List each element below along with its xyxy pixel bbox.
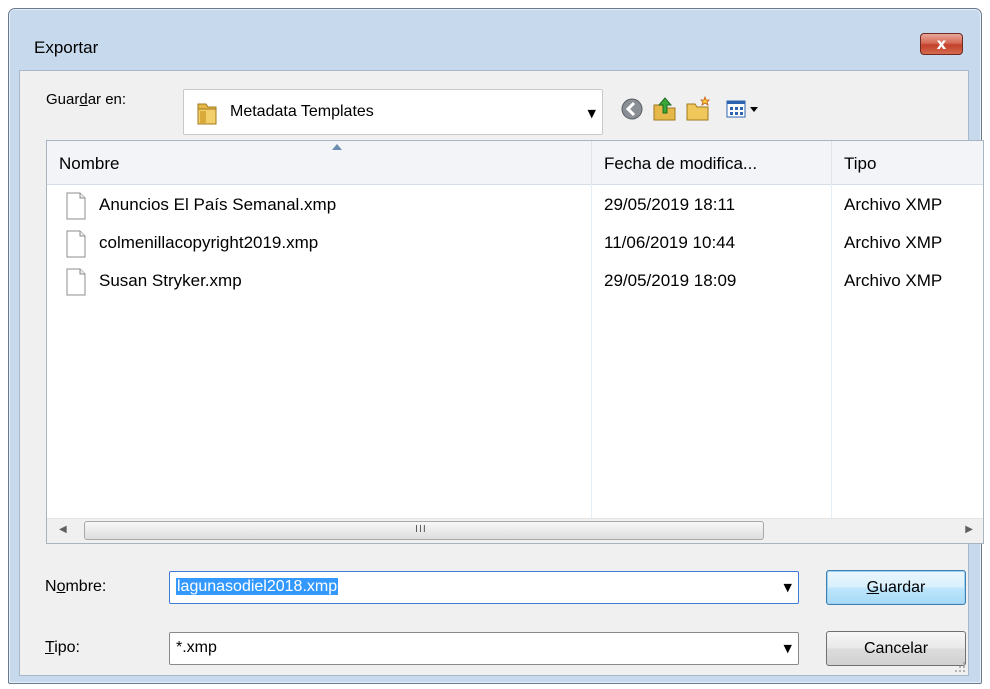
column-name[interactable]: Nombre <box>47 141 592 184</box>
file-date: 29/05/2019 18:09 <box>604 271 737 290</box>
column-date[interactable]: Fecha de modifica... <box>592 141 832 184</box>
file-date: 29/05/2019 18:11 <box>604 195 736 214</box>
up-folder-icon[interactable] <box>651 95 679 123</box>
close-button[interactable]: x <box>920 33 963 55</box>
file-type: Archivo XMP <box>844 271 943 290</box>
filetype-label: Tipo: <box>45 639 80 656</box>
close-icon: x <box>936 35 947 53</box>
filetype-value: *.xmp <box>176 639 217 656</box>
file-list[interactable]: Nombre Fecha de modifica... Tipo Anuncio… <box>46 140 984 544</box>
filename-combobox[interactable]: lagunasodiel2018.xmp ▼ <box>169 571 799 604</box>
filename-label: Nombre: <box>45 578 107 595</box>
folder-icon <box>197 103 217 125</box>
scroll-left-icon[interactable]: ◀ <box>59 524 67 535</box>
cancel-button[interactable]: Cancelar <box>826 631 966 666</box>
file-name: Susan Stryker.xmp <box>99 271 242 290</box>
horizontal-scrollbar[interactable]: ◀ III ▶ <box>47 518 983 543</box>
chevron-down-icon[interactable]: ▼ <box>784 581 792 594</box>
save-in-dropdown[interactable]: Metadata Templates ▼ <box>183 89 603 135</box>
file-name: Anuncios El País Semanal.xmp <box>99 195 337 214</box>
resize-grip-icon[interactable] <box>954 661 966 673</box>
file-date: 11/06/2019 10:44 <box>604 233 736 252</box>
file-type: Archivo XMP <box>844 233 943 252</box>
file-name: colmenillacopyright2019.xmp <box>99 233 319 252</box>
column-header: Nombre Fecha de modifica... Tipo <box>47 141 983 185</box>
scroll-thumb[interactable]: III <box>84 521 764 540</box>
dialog-body: Guardar en: Metadata Templates ▼ Nombre … <box>19 70 984 676</box>
sort-ascending-icon <box>332 144 342 150</box>
file-type: Archivo XMP <box>844 195 943 214</box>
save-in-value: Metadata Templates <box>230 103 374 120</box>
file-icon <box>66 230 86 258</box>
scroll-right-icon[interactable]: ▶ <box>965 524 973 535</box>
file-icon <box>66 192 86 220</box>
save-button[interactable]: Guardar <box>826 570 966 605</box>
export-dialog: Exportar x Guardar en: Metadata Template… <box>8 8 984 684</box>
back-icon[interactable] <box>618 95 646 123</box>
new-folder-icon[interactable] <box>684 95 712 123</box>
column-type[interactable]: Tipo <box>832 141 983 184</box>
title-bar[interactable]: Exportar x <box>9 9 981 79</box>
save-in-label: Guardar en: <box>46 91 127 108</box>
scroll-grip: III <box>415 524 427 535</box>
chevron-down-icon[interactable]: ▼ <box>784 642 792 655</box>
file-row[interactable]: colmenillacopyright2019.xmp 11/06/2019 1… <box>47 224 983 262</box>
chevron-down-icon[interactable]: ▼ <box>588 107 596 120</box>
file-row[interactable]: Anuncios El País Semanal.xmp 29/05/2019 … <box>47 186 983 224</box>
filetype-dropdown[interactable]: *.xmp ▼ <box>169 632 799 665</box>
file-icon <box>66 268 86 296</box>
dialog-title: Exportar <box>34 38 99 57</box>
filename-input[interactable]: lagunasodiel2018.xmp <box>176 578 339 596</box>
file-row[interactable]: Susan Stryker.xmp 29/05/2019 18:09 Archi… <box>47 262 983 300</box>
view-menu-icon[interactable] <box>724 95 768 123</box>
